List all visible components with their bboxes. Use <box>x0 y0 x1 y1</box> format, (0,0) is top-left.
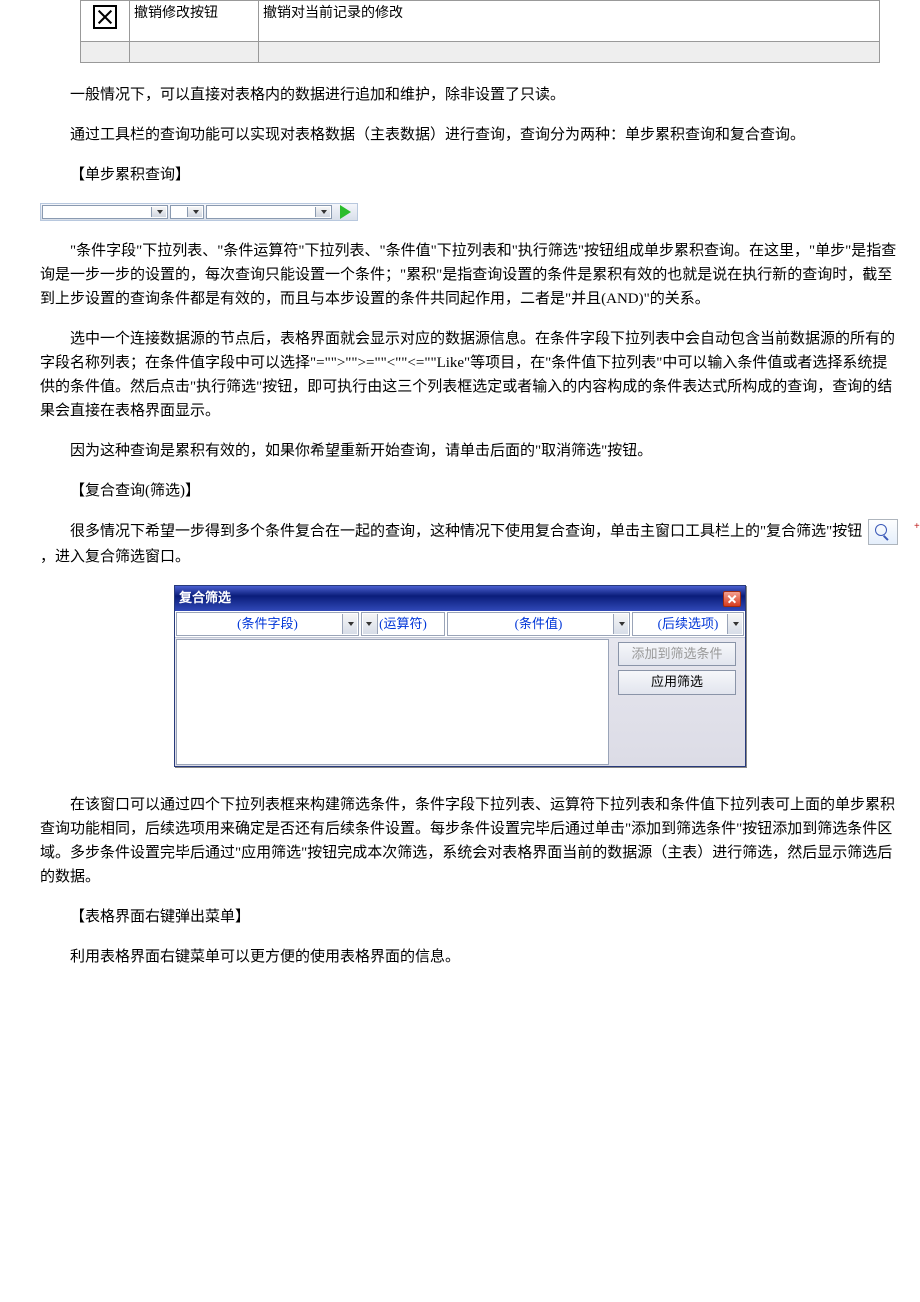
single-step-toolbar <box>40 203 358 221</box>
paragraph: 很多情况下希望一步得到多个条件复合在一起的查询，这种情况下使用复合查询，单击主窗… <box>20 519 900 569</box>
dialog-field-combo[interactable]: (条件字段) <box>176 612 359 636</box>
text-segment: ，进入复合筛选窗口。 <box>40 549 190 565</box>
section-heading: 【复合查询(筛选)】 <box>20 479 900 503</box>
combo-text: (运算符) <box>379 614 427 635</box>
dialog-titlebar: 复合筛选 <box>175 586 745 611</box>
cancel-x-icon <box>93 5 117 29</box>
execute-filter-icon[interactable] <box>335 205 355 219</box>
compound-filter-dialog: 复合筛选 (条件字段) (运算符) (条件值) (后续选项) 添加到筛选条件 应… <box>174 585 746 767</box>
field-combo[interactable] <box>42 205 168 219</box>
paragraph: "条件字段"下拉列表、"条件运算符"下拉列表、"条件值"下拉列表和"执行筛选"按… <box>20 239 900 311</box>
top-table-desc: 撤销对当前记录的修改 <box>259 1 880 42</box>
filter-conditions-area <box>176 639 609 765</box>
section-heading: 【单步累积查询】 <box>20 163 900 187</box>
dialog-next-combo[interactable]: (后续选项) <box>632 612 744 636</box>
value-combo[interactable] <box>206 205 332 219</box>
dialog-title-text: 复合筛选 <box>179 588 231 609</box>
add-to-filter-button[interactable]: 添加到筛选条件 <box>618 642 736 666</box>
section-heading: 【表格界面右键弹出菜单】 <box>20 905 900 929</box>
dialog-operator-combo[interactable]: (运算符) <box>361 612 445 636</box>
paragraph: 利用表格界面右键菜单可以更方便的使用表格界面的信息。 <box>20 945 900 969</box>
combo-text: (条件值) <box>515 614 563 635</box>
combo-text: (后续选项) <box>658 614 719 635</box>
apply-filter-button[interactable]: 应用筛选 <box>618 670 736 694</box>
combo-text: (条件字段) <box>237 614 298 635</box>
compound-filter-icon[interactable]: + <box>868 519 898 545</box>
paragraph: 在该窗口可以通过四个下拉列表框来构建筛选条件，条件字段下拉列表、运算符下拉列表和… <box>20 793 900 889</box>
text-segment: 很多情况下希望一步得到多个条件复合在一起的查询，这种情况下使用复合查询，单击主窗… <box>70 524 862 540</box>
top-table-label: 撤销修改按钮 <box>130 1 259 42</box>
close-icon[interactable] <box>723 591 741 607</box>
top-reference-table: 撤销修改按钮 撤销对当前记录的修改 <box>80 0 880 63</box>
paragraph: 通过工具栏的查询功能可以实现对表格数据（主表数据）进行查询，查询分为两种：单步累… <box>20 123 900 147</box>
paragraph: 因为这种查询是累积有效的，如果你希望重新开始查询，请单击后面的"取消筛选"按钮。 <box>20 439 900 463</box>
operator-combo[interactable] <box>170 205 204 219</box>
dialog-value-combo[interactable]: (条件值) <box>447 612 630 636</box>
paragraph: 选中一个连接数据源的节点后，表格界面就会显示对应的数据源信息。在条件字段下拉列表… <box>20 327 900 423</box>
paragraph: 一般情况下，可以直接对表格内的数据进行追加和维护，除非设置了只读。 <box>20 83 900 107</box>
